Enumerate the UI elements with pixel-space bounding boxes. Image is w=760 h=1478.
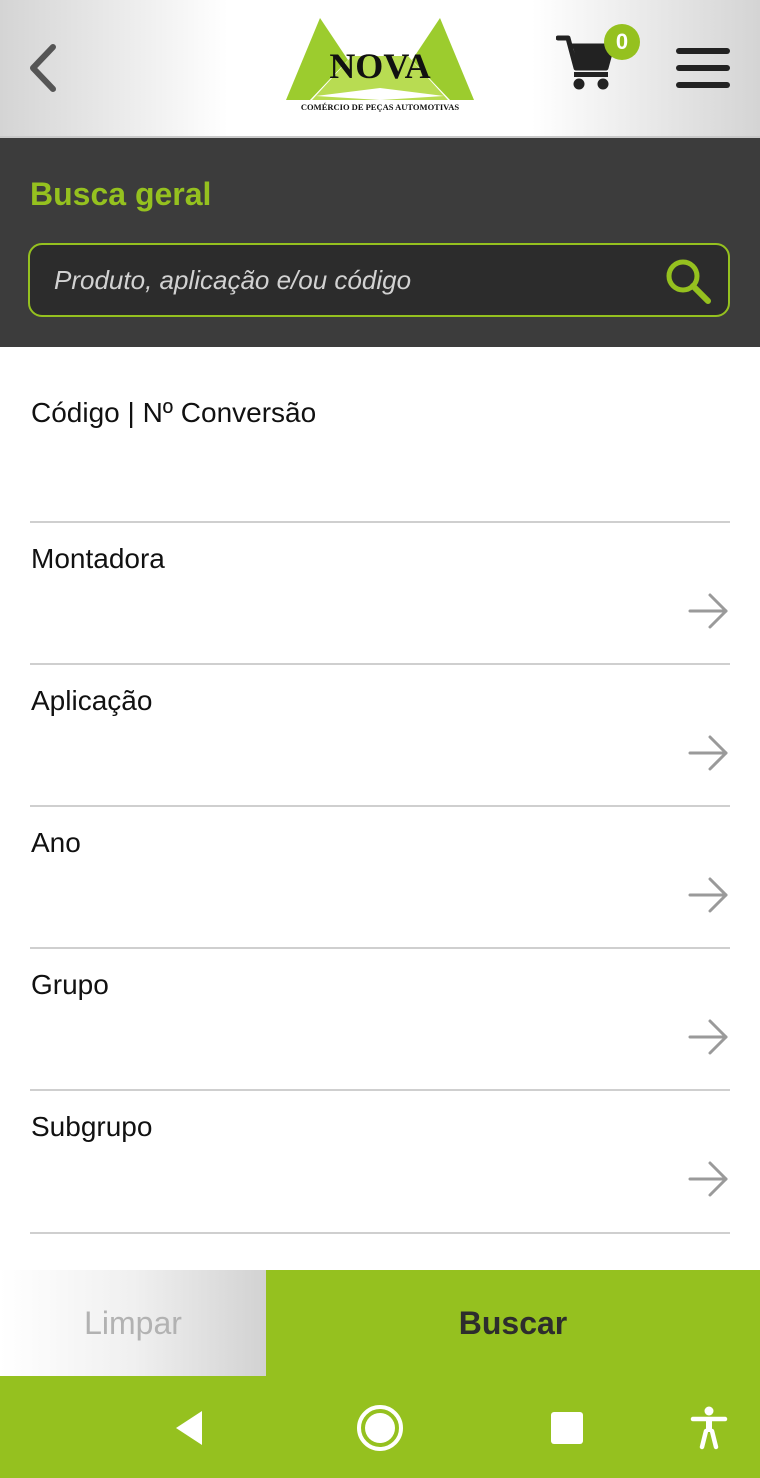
accessibility-icon [690, 1406, 728, 1450]
field-codigo[interactable]: Código | Nº Conversão [30, 347, 730, 523]
svg-text:COMÉRCIO DE PEÇAS AUTOMOTIVAS: COMÉRCIO DE PEÇAS AUTOMOTIVAS [301, 102, 459, 112]
search-box[interactable] [28, 243, 730, 317]
field-montadora[interactable]: Montadora [30, 523, 730, 665]
field-label: Aplicação [31, 685, 153, 716]
search-icon [666, 259, 711, 304]
field-label: Montadora [31, 543, 165, 574]
system-navigation-bar [0, 1376, 760, 1478]
back-triangle-icon [176, 1411, 202, 1445]
arrow-right-icon [688, 593, 728, 629]
search-input[interactable] [54, 245, 654, 315]
arrow-right-icon [688, 1019, 728, 1055]
search-button[interactable]: Buscar [266, 1270, 760, 1376]
recents-square-icon [551, 1412, 583, 1444]
cart-count-badge: 0 [604, 24, 640, 60]
home-circle-icon [357, 1405, 403, 1451]
field-label: Código | Nº Conversão [31, 397, 317, 428]
accessibility-button[interactable] [681, 1400, 737, 1456]
app-header: NOVA COMÉRCIO DE PEÇAS AUTOMOTIVAS 0 [0, 0, 760, 138]
arrow-right-icon [688, 1161, 728, 1197]
general-search-panel: Busca geral [0, 138, 760, 347]
field-label: Subgrupo [31, 1111, 153, 1142]
clear-button[interactable]: Limpar [0, 1270, 266, 1376]
menu-button[interactable] [672, 44, 734, 92]
field-label: Ano [31, 827, 81, 858]
hamburger-menu-icon [676, 48, 730, 88]
field-grupo[interactable]: Grupo [30, 949, 730, 1091]
field-subgrupo[interactable]: Subgrupo [30, 1091, 730, 1234]
system-home-button[interactable] [352, 1400, 408, 1456]
search-title: Busca geral [30, 176, 212, 212]
arrow-right-icon [688, 735, 728, 771]
arrow-right-icon [688, 877, 728, 913]
field-ano[interactable]: Ano [30, 807, 730, 949]
system-back-button[interactable] [162, 1400, 218, 1456]
company-logo[interactable]: NOVA COMÉRCIO DE PEÇAS AUTOMOTIVAS [282, 16, 478, 116]
field-aplicacao[interactable]: Aplicação [30, 665, 730, 807]
svg-text:NOVA: NOVA [329, 46, 430, 86]
search-submit-button[interactable] [662, 255, 714, 307]
back-button[interactable] [18, 40, 66, 96]
system-recents-button[interactable] [539, 1400, 595, 1456]
field-label: Grupo [31, 969, 109, 1000]
chevron-left-icon [30, 44, 56, 92]
